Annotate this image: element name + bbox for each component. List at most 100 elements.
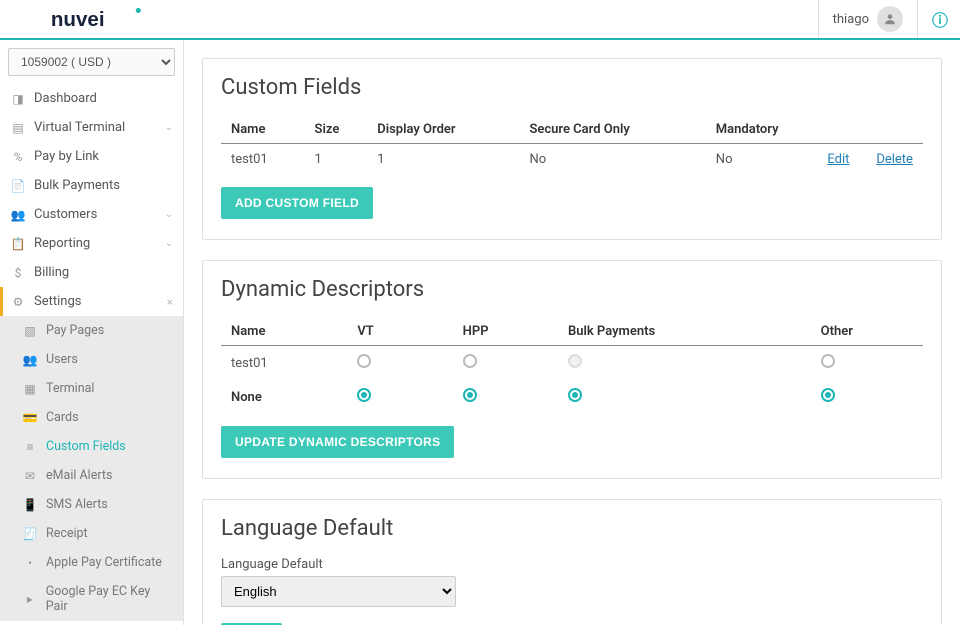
col-display-order: Display Order: [367, 116, 519, 144]
sidebar-item-label: Settings: [34, 294, 81, 309]
table-row: test01: [221, 346, 923, 381]
cell-display-order: 1: [367, 144, 519, 176]
sidebar-item-settings[interactable]: ⚙ Settings ×: [0, 287, 183, 316]
language-select[interactable]: English: [221, 576, 456, 607]
language-default-label: Language Default: [221, 557, 923, 572]
cell-name: test01: [221, 144, 305, 176]
update-dynamic-descriptors-button[interactable]: UPDATE DYNAMIC DESCRIPTORS: [221, 426, 454, 458]
main-content: Custom Fields Name Size Display Order Se…: [184, 40, 960, 625]
avatar-icon: [877, 6, 903, 32]
table-row: None: [221, 380, 923, 414]
sidebar-item-label: Pay Pages: [46, 323, 104, 338]
sidebar-item-apple-pay-certificate[interactable]: • Apple Pay Certificate: [0, 548, 183, 577]
dynamic-descriptors-panel: Dynamic Descriptors Name VT HPP Bulk Pay…: [202, 260, 942, 479]
dynamic-descriptors-title: Dynamic Descriptors: [221, 277, 923, 302]
edit-link[interactable]: Edit: [827, 152, 849, 167]
sidebar-item-label: Dashboard: [34, 91, 97, 106]
top-bar: nuvei thiago ⓘ: [0, 0, 960, 40]
sidebar-item-pay-pages[interactable]: ▧ Pay Pages: [0, 316, 183, 345]
col-dd-hpp: HPP: [453, 318, 558, 346]
sidebar-item-bin-ranges[interactable]: ≣BIN Ranges: [0, 621, 183, 625]
chevron-down-icon: ⌄: [165, 122, 173, 133]
sidebar-item-users[interactable]: 👥 Users: [0, 345, 183, 374]
sidebar: 1059002 ( USD ) ◨ Dashboard ▤Virtual Termi…: [0, 40, 184, 625]
sidebar-item-receipt[interactable]: 🧾 Receipt: [0, 519, 183, 548]
col-dd-other: Other: [811, 318, 923, 346]
sidebar-item-label: Receipt: [46, 526, 88, 541]
users-icon: 👥: [22, 353, 38, 367]
cell-mandatory: No: [706, 144, 818, 176]
sidebar-item-label: Custom Fields: [46, 439, 126, 454]
receipt-icon: 🧾: [22, 527, 38, 541]
delete-link[interactable]: Delete: [876, 152, 913, 167]
sidebar-item-virtual-terminal[interactable]: ▤Virtual Terminal⌄: [0, 113, 183, 142]
chevron-down-icon: ⌄: [165, 209, 173, 220]
col-name: Name: [221, 116, 305, 144]
sidebar-item-label: Reporting: [34, 236, 90, 251]
report-icon: 📋: [10, 237, 26, 251]
google-icon: ▸: [22, 592, 38, 606]
custom-fields-table: Name Size Display Order Secure Card Only…: [221, 116, 923, 175]
sidebar-item-label: Billing: [34, 265, 69, 280]
col-dd-name: Name: [221, 318, 347, 346]
sidebar-item-reporting[interactable]: 📋Reporting⌄: [0, 229, 183, 258]
sidebar-item-label: Cards: [46, 410, 79, 425]
sidebar-item-terminal[interactable]: ▦Terminal: [0, 374, 183, 403]
dynamic-descriptors-table: Name VT HPP Bulk Payments Other test01No…: [221, 318, 923, 414]
custom-fields-title: Custom Fields: [221, 75, 923, 100]
radio-vt[interactable]: [357, 354, 371, 368]
sidebar-item-cards[interactable]: 💳 Cards: [0, 403, 183, 432]
language-default-title: Language Default: [221, 516, 923, 541]
apple-icon: •: [22, 556, 38, 570]
vt-icon: ▤: [10, 121, 26, 135]
sidebar-item-customers[interactable]: 👥 Customers ⌄: [0, 200, 183, 229]
sidebar-item-label: Google Pay EC Key Pair: [46, 584, 173, 614]
radio-other[interactable]: [821, 354, 835, 368]
cell-size: 1: [305, 144, 368, 176]
info-icon[interactable]: ⓘ: [932, 7, 948, 31]
radio-other[interactable]: [821, 388, 835, 402]
col-mandatory: Mandatory: [706, 116, 818, 144]
sidebar-item-label: Customers: [34, 207, 97, 222]
brand-logo: nuvei: [50, 0, 146, 38]
cards-icon: 💳: [22, 411, 38, 425]
sidebar-item-pay-by-link[interactable]: %Pay by Link: [0, 142, 183, 171]
sidebar-item-billing[interactable]: $ Billing: [0, 258, 183, 287]
radio-bulk: [568, 354, 582, 368]
col-secure: Secure Card Only: [519, 116, 705, 144]
radio-hpp[interactable]: [463, 388, 477, 402]
user-menu[interactable]: thiago: [818, 0, 918, 38]
sidebar-item-label: Apple Pay Certificate: [46, 555, 162, 570]
page-icon: ▧: [22, 324, 38, 338]
custom-fields-panel: Custom Fields Name Size Display Order Se…: [202, 58, 942, 240]
account-select-input[interactable]: 1059002 ( USD ): [8, 48, 175, 76]
col-dd-vt: VT: [347, 318, 452, 346]
sidebar-item-label: Pay by Link: [34, 149, 99, 164]
close-icon[interactable]: ×: [167, 295, 173, 309]
add-custom-field-button[interactable]: ADD CUSTOM FIELD: [221, 187, 373, 219]
bill-icon: $: [10, 266, 26, 280]
cell-dd-name: None: [221, 380, 347, 414]
sidebar-item-custom-fields[interactable]: ≡Custom Fields: [0, 432, 183, 461]
svg-text:nuvei: nuvei: [51, 8, 105, 31]
sidebar-item-label: Users: [46, 352, 78, 367]
sidebar-item-sms-alerts[interactable]: 📱 SMS Alerts: [0, 490, 183, 519]
sidebar-item-email-alerts[interactable]: ✉ eMail Alerts: [0, 461, 183, 490]
cust-icon: 👥: [10, 208, 26, 222]
sidebar-item-label: eMail Alerts: [46, 468, 112, 483]
radio-hpp[interactable]: [463, 354, 477, 368]
cell-secure: No: [519, 144, 705, 176]
radio-bulk[interactable]: [568, 388, 582, 402]
mail-icon: ✉: [22, 469, 38, 483]
account-selector[interactable]: 1059002 ( USD ): [8, 48, 175, 76]
sidebar-item-bulk-payments[interactable]: 📄Bulk Payments: [0, 171, 183, 200]
sms-icon: 📱: [22, 498, 38, 512]
sidebar-item-dashboard[interactable]: ◨ Dashboard: [0, 84, 183, 113]
radio-vt[interactable]: [357, 388, 371, 402]
dash-icon: ◨: [10, 92, 26, 106]
sidebar-item-google-pay-ec-key-pair[interactable]: ▸ Google Pay EC Key Pair: [0, 577, 183, 621]
col-dd-bulk: Bulk Payments: [558, 318, 811, 346]
settings-icon: ⚙: [10, 295, 26, 309]
sidebar-item-label: SMS Alerts: [46, 497, 108, 512]
language-default-panel: Language Default Language Default Englis…: [202, 499, 942, 625]
